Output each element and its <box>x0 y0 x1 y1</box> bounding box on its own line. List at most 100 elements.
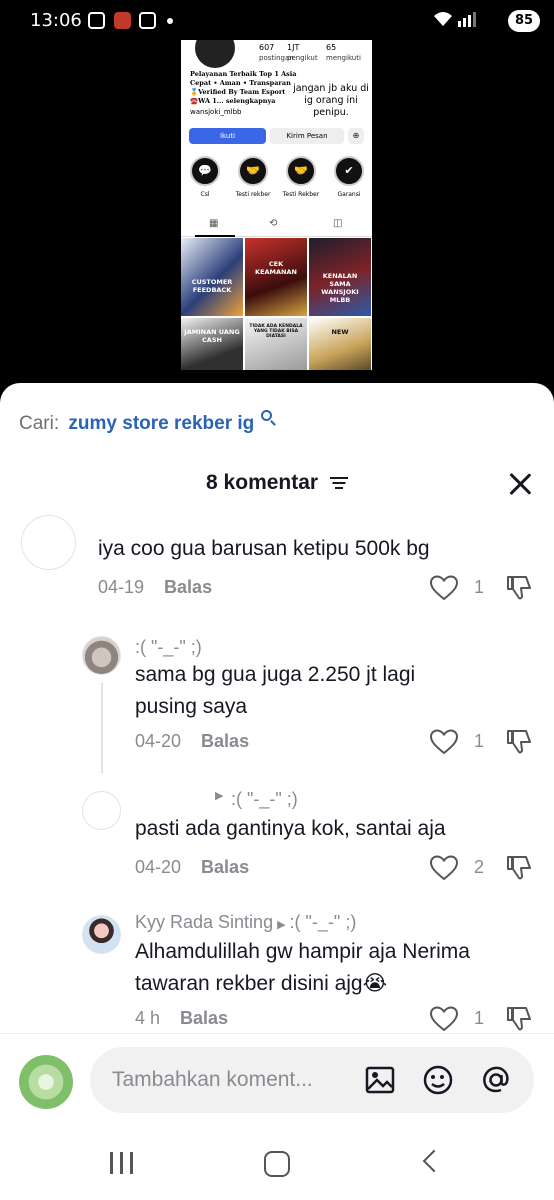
dislike-icon[interactable] <box>506 855 532 881</box>
wallet-icon <box>139 12 156 29</box>
filter-icon[interactable] <box>329 476 348 490</box>
chat-icon: 💬 <box>190 156 220 186</box>
comment-username[interactable]: Kyy Rada Sinting ▶:( "-_-" ;) <box>135 912 356 933</box>
comment-text: pasti ada gantinya kok, santai aja <box>135 813 446 845</box>
close-icon[interactable] <box>508 472 532 496</box>
post-caption: CEK KEAMANAN <box>255 260 297 276</box>
heart-icon[interactable] <box>430 1006 458 1032</box>
comment-input[interactable]: Tambahkan koment... <box>90 1047 534 1113</box>
bio-line: Cepat • Aman • Transparan <box>190 79 291 87</box>
image-icon[interactable] <box>364 1064 396 1096</box>
handshake-icon: 🤝 <box>238 156 268 186</box>
username-label: :( "-_-" ;) <box>135 637 202 657</box>
reply-button[interactable]: Balas <box>201 857 249 877</box>
highlight-label: Testi rekber <box>235 191 271 198</box>
follow-button: Ikuti <box>189 128 266 144</box>
comment-meta: 04-20 Balas <box>135 857 249 878</box>
dislike-icon[interactable] <box>506 729 532 755</box>
comment-line: pasti ada gantinya kok, santai aja <box>135 817 446 840</box>
comment-line: Alhamdulillah gw hampir aja Nerima <box>135 940 470 963</box>
search-icon <box>260 410 272 421</box>
like-count: 1 <box>473 731 484 751</box>
post-thumbnail: NEW <box>309 318 371 370</box>
message-button: Kirim Pesan <box>270 128 344 144</box>
profile-tabs: ▦ ⟲ ◫ <box>181 213 372 237</box>
stat-label: mengikuti <box>326 54 361 62</box>
video-overlay-text: jangan jb aku di ig orang ini penipu. <box>293 83 369 118</box>
notification-app-icon <box>114 12 131 29</box>
battery-indicator: 85 <box>508 10 540 32</box>
system-nav-bar <box>0 1130 554 1200</box>
reply-button[interactable]: Balas <box>180 1008 228 1028</box>
avatar[interactable] <box>21 515 76 570</box>
stat-following: 65 mengikuti <box>326 43 361 63</box>
grid-icon: ▦ <box>209 218 219 229</box>
heart-icon[interactable] <box>430 855 458 881</box>
comment-meta: 04-19 Balas <box>98 577 212 598</box>
recent-apps-button[interactable] <box>110 1152 134 1174</box>
post-caption: JAMINAN UANG CASH <box>184 328 240 344</box>
reply-to-label: :( "-_-" ;) <box>231 789 298 809</box>
post-thumbnail: CEK KEAMANAN <box>245 238 307 316</box>
heart-icon[interactable] <box>430 575 458 601</box>
reply-button[interactable]: Balas <box>164 577 212 597</box>
bio-line: Pelayanan Terbaik Top 1 Asia <box>190 70 297 78</box>
reply-to-label: :( "-_-" ;) <box>289 912 357 932</box>
comment-date: 04-20 <box>135 857 182 877</box>
comment-text: iya coo gua barusan ketipu 500k bg <box>98 533 430 565</box>
post-caption: NEW <box>331 328 349 336</box>
like-count: 1 <box>473 577 484 597</box>
dislike-icon[interactable] <box>506 1006 532 1032</box>
comments-header: 8 komentar <box>0 471 554 495</box>
comment-date: 04-20 <box>135 731 182 751</box>
comment-date: 4 h <box>135 1008 161 1028</box>
comment-meta: 04-20 Balas <box>135 731 249 752</box>
search-query[interactable]: zumy store rekber ig <box>68 413 254 434</box>
status-bar: 13:06 85 <box>0 0 554 42</box>
emoji-icon[interactable] <box>422 1064 454 1096</box>
highlight-testi-rekber: 🤝 Testi rekber <box>233 156 273 198</box>
highlight-label: Garansi <box>337 191 361 198</box>
stat-value: 1JT <box>287 43 300 52</box>
reply-button[interactable]: Balas <box>201 731 249 751</box>
status-time: 13:06 <box>30 10 82 31</box>
comment-line: pusing saya <box>135 695 248 718</box>
profile-bio: Pelayanan Terbaik Top 1 Asia Cepat • Ama… <box>190 70 300 106</box>
handshake-icon: 🤝 <box>286 156 316 186</box>
highlight-testi-rekber-2: 🤝 Testi Rekber <box>281 156 321 198</box>
badge-check-icon: ✔ <box>334 156 364 186</box>
post-thumbnail: CUSTOMER FEEDBACK <box>181 238 243 316</box>
post-caption: KENALAN SAMA WANSJOKI MLBB <box>321 272 359 304</box>
profile-avatar <box>195 40 235 68</box>
like-count: 1 <box>473 1008 484 1028</box>
heart-icon[interactable] <box>430 729 458 755</box>
comment-text: Alhamdulillah gw hampir aja Nerima tawar… <box>135 936 470 1000</box>
comment-username[interactable]: :( "-_-" ;) <box>135 637 202 658</box>
bio-line: 🏅Verified By Team Esport <box>190 88 286 96</box>
search-suggestion[interactable]: Cari: zumy store rekber ig <box>19 410 272 435</box>
highlight-label: Csl <box>200 191 210 198</box>
highlight-csl: 💬 Csl <box>185 156 225 198</box>
video-preview[interactable]: 607 postingan 1JT pengikut 65 mengikuti … <box>181 40 372 370</box>
mention-icon[interactable] <box>480 1064 512 1096</box>
back-button[interactable] <box>422 1149 446 1173</box>
highlight-label: Testi Rekber <box>282 191 320 198</box>
post-thumbnail: KENALAN SAMA WANSJOKI MLBB <box>309 238 371 316</box>
reply-arrow-icon: ▶ <box>215 790 224 802</box>
comment-meta: 4 h Balas <box>135 1008 228 1029</box>
stat-label: pengikut <box>287 54 318 62</box>
comment-line: tawaran rekber disini ajg😭 <box>135 972 388 995</box>
avatar[interactable] <box>82 791 121 830</box>
highlight-garansi: ✔ Garansi <box>329 156 369 198</box>
avatar[interactable] <box>82 636 121 675</box>
comment-input-placeholder: Tambahkan koment... <box>112 1068 313 1091</box>
home-button[interactable] <box>264 1151 290 1177</box>
more-notifications-icon <box>167 18 173 24</box>
comment-text: sama bg gua juga 2.250 jt lagi pusing sa… <box>135 659 415 723</box>
comment-line: sama bg gua juga 2.250 jt lagi <box>135 663 416 686</box>
composer-divider <box>0 1033 554 1034</box>
dislike-icon[interactable] <box>506 575 532 601</box>
stat-followers: 1JT pengikut <box>287 43 318 63</box>
avatar[interactable] <box>82 915 121 954</box>
post-caption: TIDAK ADA KENDALA YANG TIDAK BISA DIATAS… <box>249 324 303 339</box>
